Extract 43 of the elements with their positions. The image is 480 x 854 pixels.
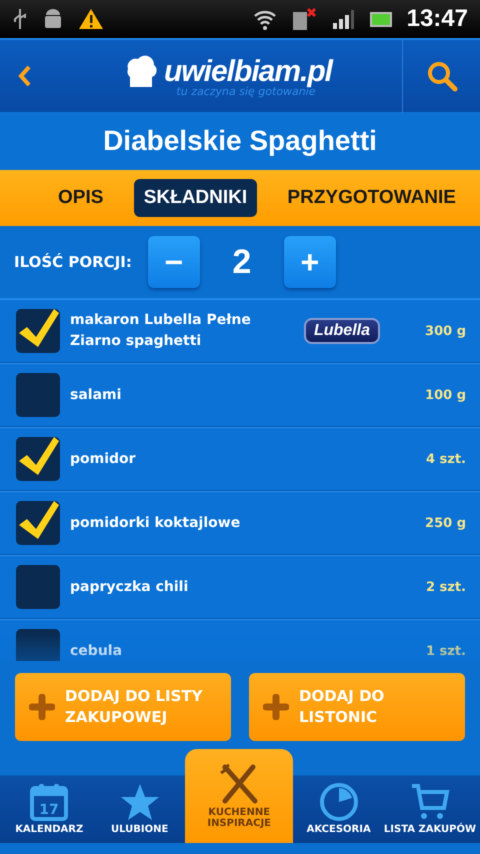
ingredient-amount: 4 szt. bbox=[424, 452, 466, 466]
checkbox[interactable] bbox=[16, 501, 60, 545]
checkbox[interactable] bbox=[16, 565, 60, 609]
ingredient-name: salami bbox=[70, 386, 122, 404]
tab[interactable]: SKŁADNIKI bbox=[134, 179, 258, 217]
brand-logo: Lubella bbox=[304, 318, 380, 344]
tab[interactable]: OPIS bbox=[48, 179, 114, 217]
portions-value: 2 bbox=[231, 242, 252, 282]
ingredient-amount: 1 szt. bbox=[424, 644, 466, 658]
usb-icon bbox=[12, 7, 28, 31]
ingredient-name: pomidor bbox=[70, 450, 137, 468]
status-time: 13:47 bbox=[406, 5, 468, 33]
signal-icon bbox=[330, 7, 355, 31]
ingredient-amount: 250 g bbox=[424, 516, 466, 530]
ingredient-amount: 300 g bbox=[424, 324, 466, 338]
tab[interactable]: PRZYGOTOWANIE bbox=[277, 179, 466, 217]
nav-item[interactable]: 17 KALENDARZ bbox=[4, 782, 94, 835]
timer-icon bbox=[318, 782, 359, 822]
cart-icon bbox=[410, 782, 450, 822]
nav-item[interactable]: AKCESORIA bbox=[293, 782, 384, 835]
portions-label: ILOŚĆ PORCJI: bbox=[14, 253, 132, 271]
ingredient-amount: 100 g bbox=[424, 388, 466, 402]
checkbox[interactable] bbox=[16, 437, 60, 481]
nav-item[interactable]: LISTA ZAKUPÓW bbox=[384, 782, 476, 835]
ingredient-name: pomidorki koktajlowe bbox=[70, 514, 242, 532]
ingredient-name: makaron Lubella Pełne Ziarno spaghetti bbox=[70, 311, 252, 351]
search-icon bbox=[426, 60, 458, 92]
star-icon bbox=[120, 782, 160, 822]
ingredient-name: papryczka chili bbox=[70, 578, 190, 596]
chevron-left-icon bbox=[18, 65, 32, 87]
sim-error-icon bbox=[290, 7, 317, 31]
warning-icon bbox=[78, 7, 104, 31]
checkbox[interactable] bbox=[16, 629, 60, 661]
plus-icon bbox=[263, 694, 289, 720]
recipe-title: Diabelskie Spaghetti bbox=[0, 112, 480, 170]
checkbox[interactable] bbox=[16, 373, 60, 417]
nav-item[interactable]: ULUBIONE bbox=[94, 782, 185, 835]
logo-text: uwielbiam.pl bbox=[164, 54, 332, 88]
plus-icon bbox=[29, 694, 55, 720]
checkbox[interactable] bbox=[16, 309, 60, 353]
ingredient-name: cebula bbox=[70, 642, 124, 660]
nav-item[interactable]: KUCHENNE INSPIRACJE bbox=[184, 749, 294, 843]
ingredient-amount: 2 szt. bbox=[424, 580, 466, 594]
